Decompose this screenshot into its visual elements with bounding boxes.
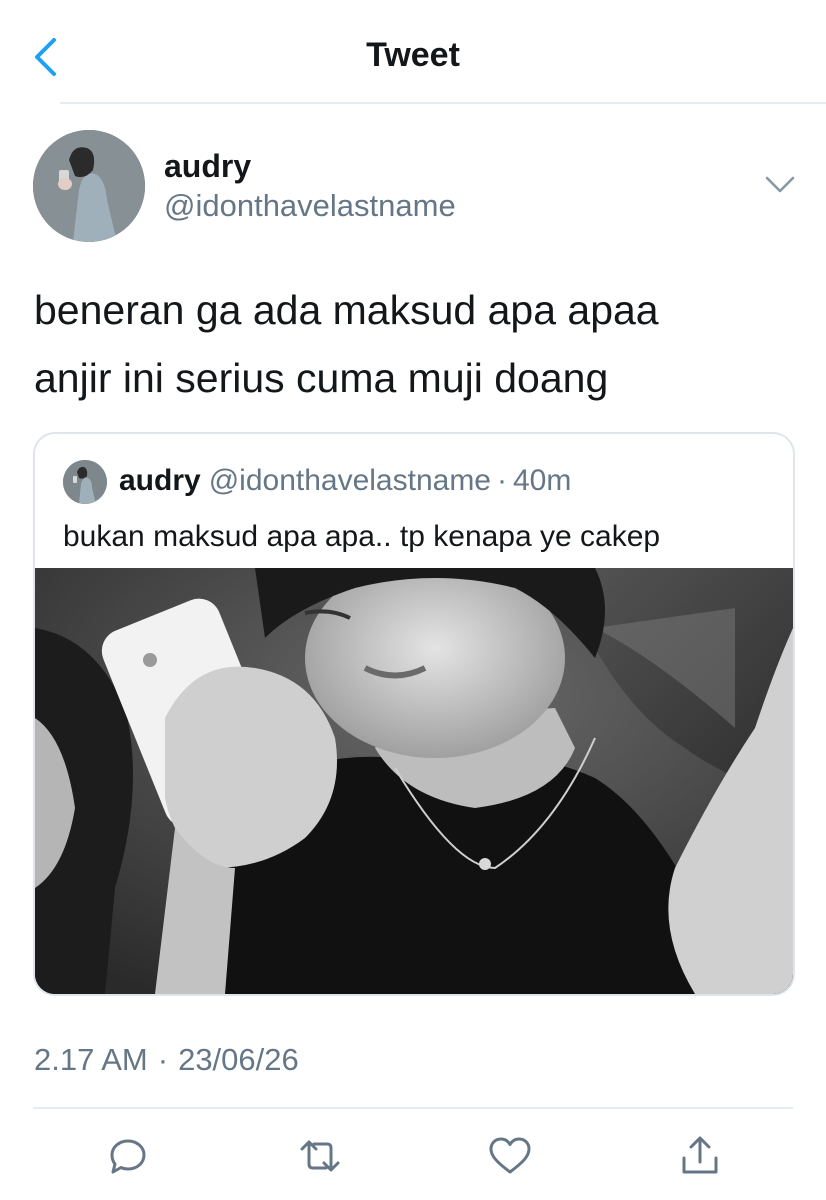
quoted-author-handle: @idonthavelastname xyxy=(208,464,491,497)
top-nav-bar: Tweet xyxy=(0,0,826,104)
separator-dot: · xyxy=(157,1042,169,1077)
header-divider xyxy=(60,102,826,104)
avatar-photo xyxy=(33,130,145,242)
quoted-tweet-card[interactable]: audry @idonthavelastname · 40m bukan maksud… xyxy=(33,432,795,996)
retweet-icon xyxy=(300,1140,340,1172)
bw-portrait-photo xyxy=(35,558,793,994)
reply-button[interactable] xyxy=(104,1132,152,1180)
tweet-date: 23/06/26 xyxy=(178,1042,299,1077)
page-title: Tweet xyxy=(366,36,460,74)
retweet-button[interactable] xyxy=(296,1132,344,1180)
quoted-tweet-text: bukan maksud apa apa.. tp kenapa ye cake… xyxy=(63,520,661,553)
author-handle[interactable]: @idonthavelastname xyxy=(164,188,456,224)
author-avatar[interactable] xyxy=(33,130,145,242)
separator-dot: · xyxy=(497,464,507,497)
quoted-tweet-time: 40m xyxy=(513,464,572,497)
quoted-tweet-header: audry @idonthavelastname · 40m xyxy=(119,464,571,498)
quoted-author-name: audry xyxy=(119,464,201,497)
like-icon xyxy=(489,1137,531,1174)
tweet-detail-screen: Tweet audry @idonthavelastname beneran g… xyxy=(0,0,826,1200)
tweet-text-line: anjir ini serius cuma muji doang xyxy=(34,355,609,401)
reply-icon xyxy=(110,1139,146,1174)
tweet-timestamp: 2.17 AM · 23/06/26 xyxy=(34,1042,299,1078)
quoted-author-avatar xyxy=(63,460,107,504)
chevron-down-icon xyxy=(765,176,795,193)
author-name[interactable]: audry xyxy=(164,148,251,185)
tweet-text-line: beneran ga ada maksud apa apaa xyxy=(34,287,659,333)
like-button[interactable] xyxy=(486,1132,534,1180)
tweet-time: 2.17 AM xyxy=(34,1042,148,1077)
tweet-text: beneran ga ada maksud apa apaa anjir ini… xyxy=(34,276,794,412)
footer-divider xyxy=(33,1107,793,1109)
share-button[interactable] xyxy=(676,1132,724,1180)
quoted-tweet-photo[interactable] xyxy=(35,558,793,994)
quoted-avatar-photo xyxy=(63,460,107,504)
share-icon xyxy=(682,1136,718,1174)
more-options-button[interactable] xyxy=(763,172,797,198)
